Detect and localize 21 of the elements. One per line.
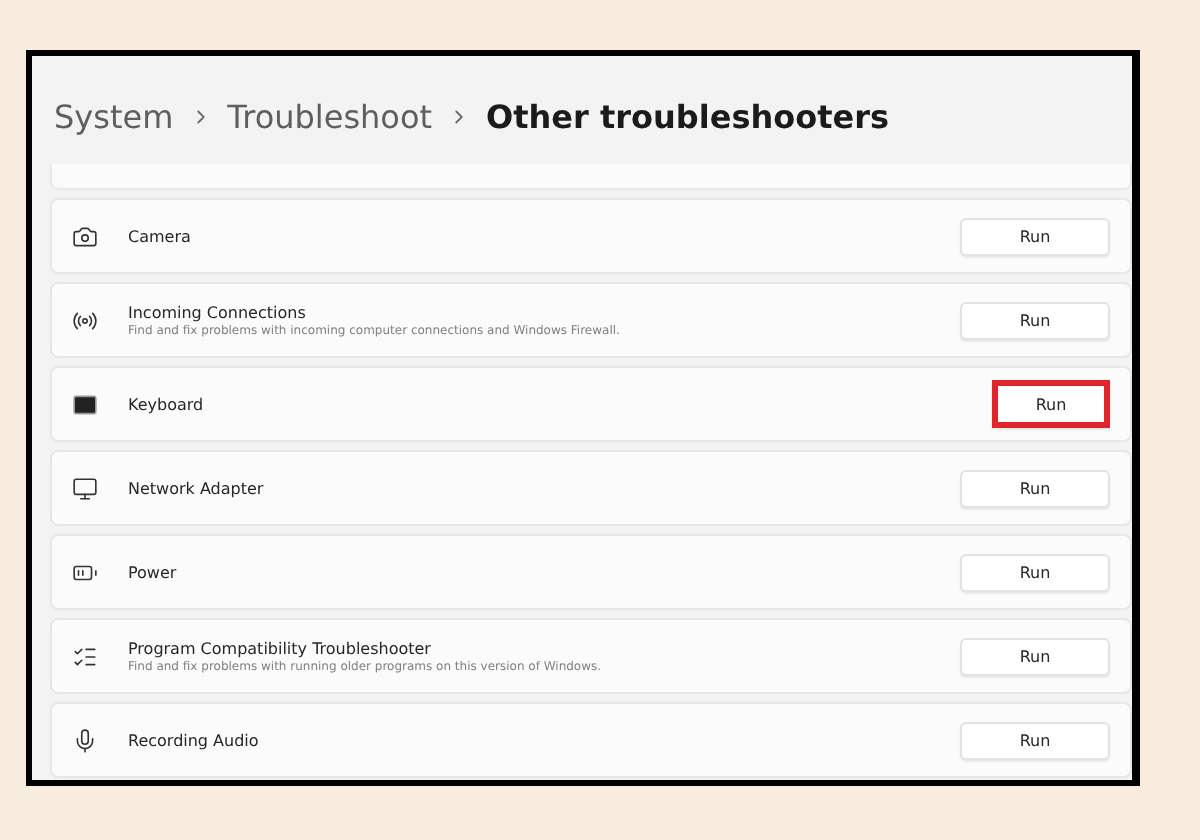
antenna-icon: [70, 307, 98, 333]
troubleshooter-title: Incoming Connections: [128, 303, 308, 321]
breadcrumb-item[interactable]: Troubleshoot: [227, 97, 433, 135]
troubleshooter-title: Camera: [128, 227, 193, 245]
troubleshooter-title: Power: [128, 563, 179, 581]
run-button[interactable]: Run: [960, 301, 1110, 339]
run-button[interactable]: Run: [992, 380, 1110, 428]
troubleshooter-title: Keyboard: [128, 395, 206, 413]
run-button[interactable]: Run: [960, 721, 1110, 759]
breadcrumb-item: Other troubleshooters: [486, 97, 890, 135]
checklist-icon: [70, 643, 98, 669]
run-button[interactable]: Run: [960, 469, 1110, 507]
troubleshooter-title: Program Compatibility Troubleshooter: [128, 639, 433, 657]
run-button[interactable]: Run: [960, 217, 1110, 255]
camera-icon: [70, 223, 98, 249]
monitor-icon: [70, 475, 98, 501]
run-button[interactable]: Run: [960, 637, 1110, 675]
breadcrumb-item[interactable]: System: [54, 97, 174, 135]
troubleshooter-title: Recording Audio: [128, 731, 261, 749]
troubleshooter-title: Network Adapter: [128, 479, 266, 497]
run-button[interactable]: Run: [960, 553, 1110, 591]
